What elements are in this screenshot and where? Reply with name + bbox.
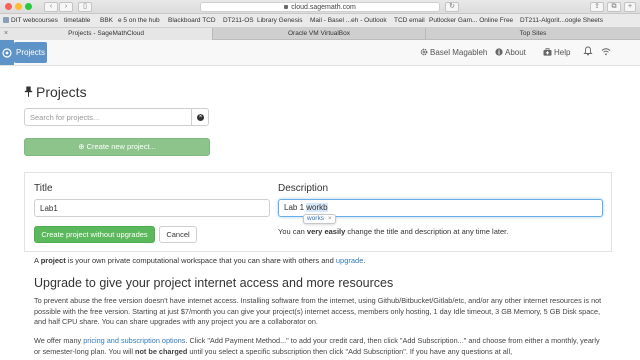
- project-definition-text: A project is your own private computatio…: [34, 256, 366, 265]
- clear-search-button[interactable]: ×: [191, 108, 209, 126]
- tab-top-sites[interactable]: Top Sites: [426, 28, 640, 40]
- close-window-icon[interactable]: [5, 3, 12, 10]
- tab-virtualbox[interactable]: Oracle VM VirtualBox: [213, 28, 426, 40]
- bookmark-icon: [3, 17, 9, 23]
- favorite-item[interactable]: e 5 on the hub: [118, 14, 160, 27]
- close-circle-icon: ×: [197, 114, 204, 121]
- tabs-overview-icon[interactable]: ⧉: [607, 2, 621, 12]
- favorite-item[interactable]: BBK: [100, 14, 113, 27]
- lock-icon: [284, 5, 289, 9]
- tab-bar: × Projects - SageMathCloud Oracle VM Vir…: [0, 28, 640, 40]
- new-tab-icon[interactable]: +: [624, 2, 636, 12]
- bell-icon[interactable]: [583, 40, 595, 65]
- browser-toolbar: ‹ › ▯ cloud.sagemath.com ↻ ⇪ ⧉ +: [0, 0, 640, 14]
- nav-help[interactable]: Help: [543, 40, 570, 65]
- sagemath-logo-icon[interactable]: [0, 40, 14, 65]
- zoom-window-icon[interactable]: [25, 3, 32, 10]
- favorite-item[interactable]: TCD email: [394, 14, 425, 27]
- project-search-input[interactable]: [24, 108, 192, 126]
- thumbtack-icon: [24, 86, 33, 97]
- tab-projects[interactable]: × Projects - SageMathCloud: [0, 28, 213, 40]
- minimize-window-icon[interactable]: [15, 3, 22, 10]
- close-tab-icon[interactable]: ×: [4, 28, 8, 39]
- url-text: cloud.sagemath.com: [291, 4, 356, 11]
- app-navbar: Projects Basel Magableh About Help: [0, 40, 640, 66]
- favorite-item[interactable]: DT211-OS: [223, 14, 254, 27]
- project-title-input[interactable]: [34, 199, 270, 217]
- favorite-item[interactable]: DT211-Algorit...oogle Sheets: [520, 14, 603, 27]
- info-icon: [495, 48, 503, 56]
- description-help-text: You can very easily change the title and…: [278, 227, 509, 236]
- upgrade-paragraph: To prevent abuse the free version doesn'…: [34, 296, 602, 326]
- upgrade-heading: Upgrade to give your project internet ac…: [34, 276, 394, 290]
- autocorrect-suggestion[interactable]: works ×: [303, 214, 336, 224]
- forward-arrow-icon[interactable]: ›: [59, 2, 73, 12]
- share-icon[interactable]: ⇪: [590, 2, 604, 12]
- favorites-bar: DIT webcourses timetable BBK e 5 on the …: [0, 14, 640, 28]
- description-label: Description: [278, 183, 329, 194]
- title-label: Title: [34, 183, 53, 194]
- favorite-item[interactable]: Mail - Basel ...eh - Outlook: [310, 14, 387, 27]
- nav-about[interactable]: About: [495, 40, 526, 65]
- gear-icon: [420, 48, 428, 56]
- upgrade-link[interactable]: upgrade: [336, 256, 364, 265]
- nav-projects-tab[interactable]: Projects: [14, 42, 47, 63]
- cancel-button[interactable]: Cancel: [159, 226, 197, 243]
- marked-text: workb: [306, 203, 328, 212]
- pricing-paragraph: We offer many pricing and subscription o…: [34, 336, 600, 356]
- favorite-item[interactable]: Putlocker Gam... Online Free: [429, 14, 513, 27]
- favorite-item[interactable]: timetable: [64, 14, 90, 27]
- favorite-item[interactable]: DIT webcourses: [3, 14, 58, 27]
- dismiss-suggestion-icon[interactable]: ×: [328, 215, 332, 222]
- medkit-icon: [543, 48, 552, 56]
- address-bar[interactable]: cloud.sagemath.com: [200, 2, 440, 12]
- pricing-link[interactable]: pricing and subscription options: [83, 336, 185, 345]
- back-arrow-icon[interactable]: ‹: [44, 2, 58, 12]
- sidebar-icon[interactable]: ▯: [78, 2, 92, 12]
- create-new-project-button[interactable]: ⊕ Create new project...: [24, 138, 210, 156]
- favorite-item[interactable]: Blackboard TCD: [168, 14, 216, 27]
- wifi-icon: [601, 40, 613, 65]
- nav-account[interactable]: Basel Magableh: [420, 40, 487, 65]
- plus-circle-icon: ⊕: [78, 142, 85, 151]
- create-project-button[interactable]: Create project without upgrades: [34, 226, 155, 243]
- reload-icon[interactable]: ↻: [445, 2, 459, 12]
- favorite-item[interactable]: Library Genesis: [257, 14, 303, 27]
- page-title: Projects: [24, 84, 87, 100]
